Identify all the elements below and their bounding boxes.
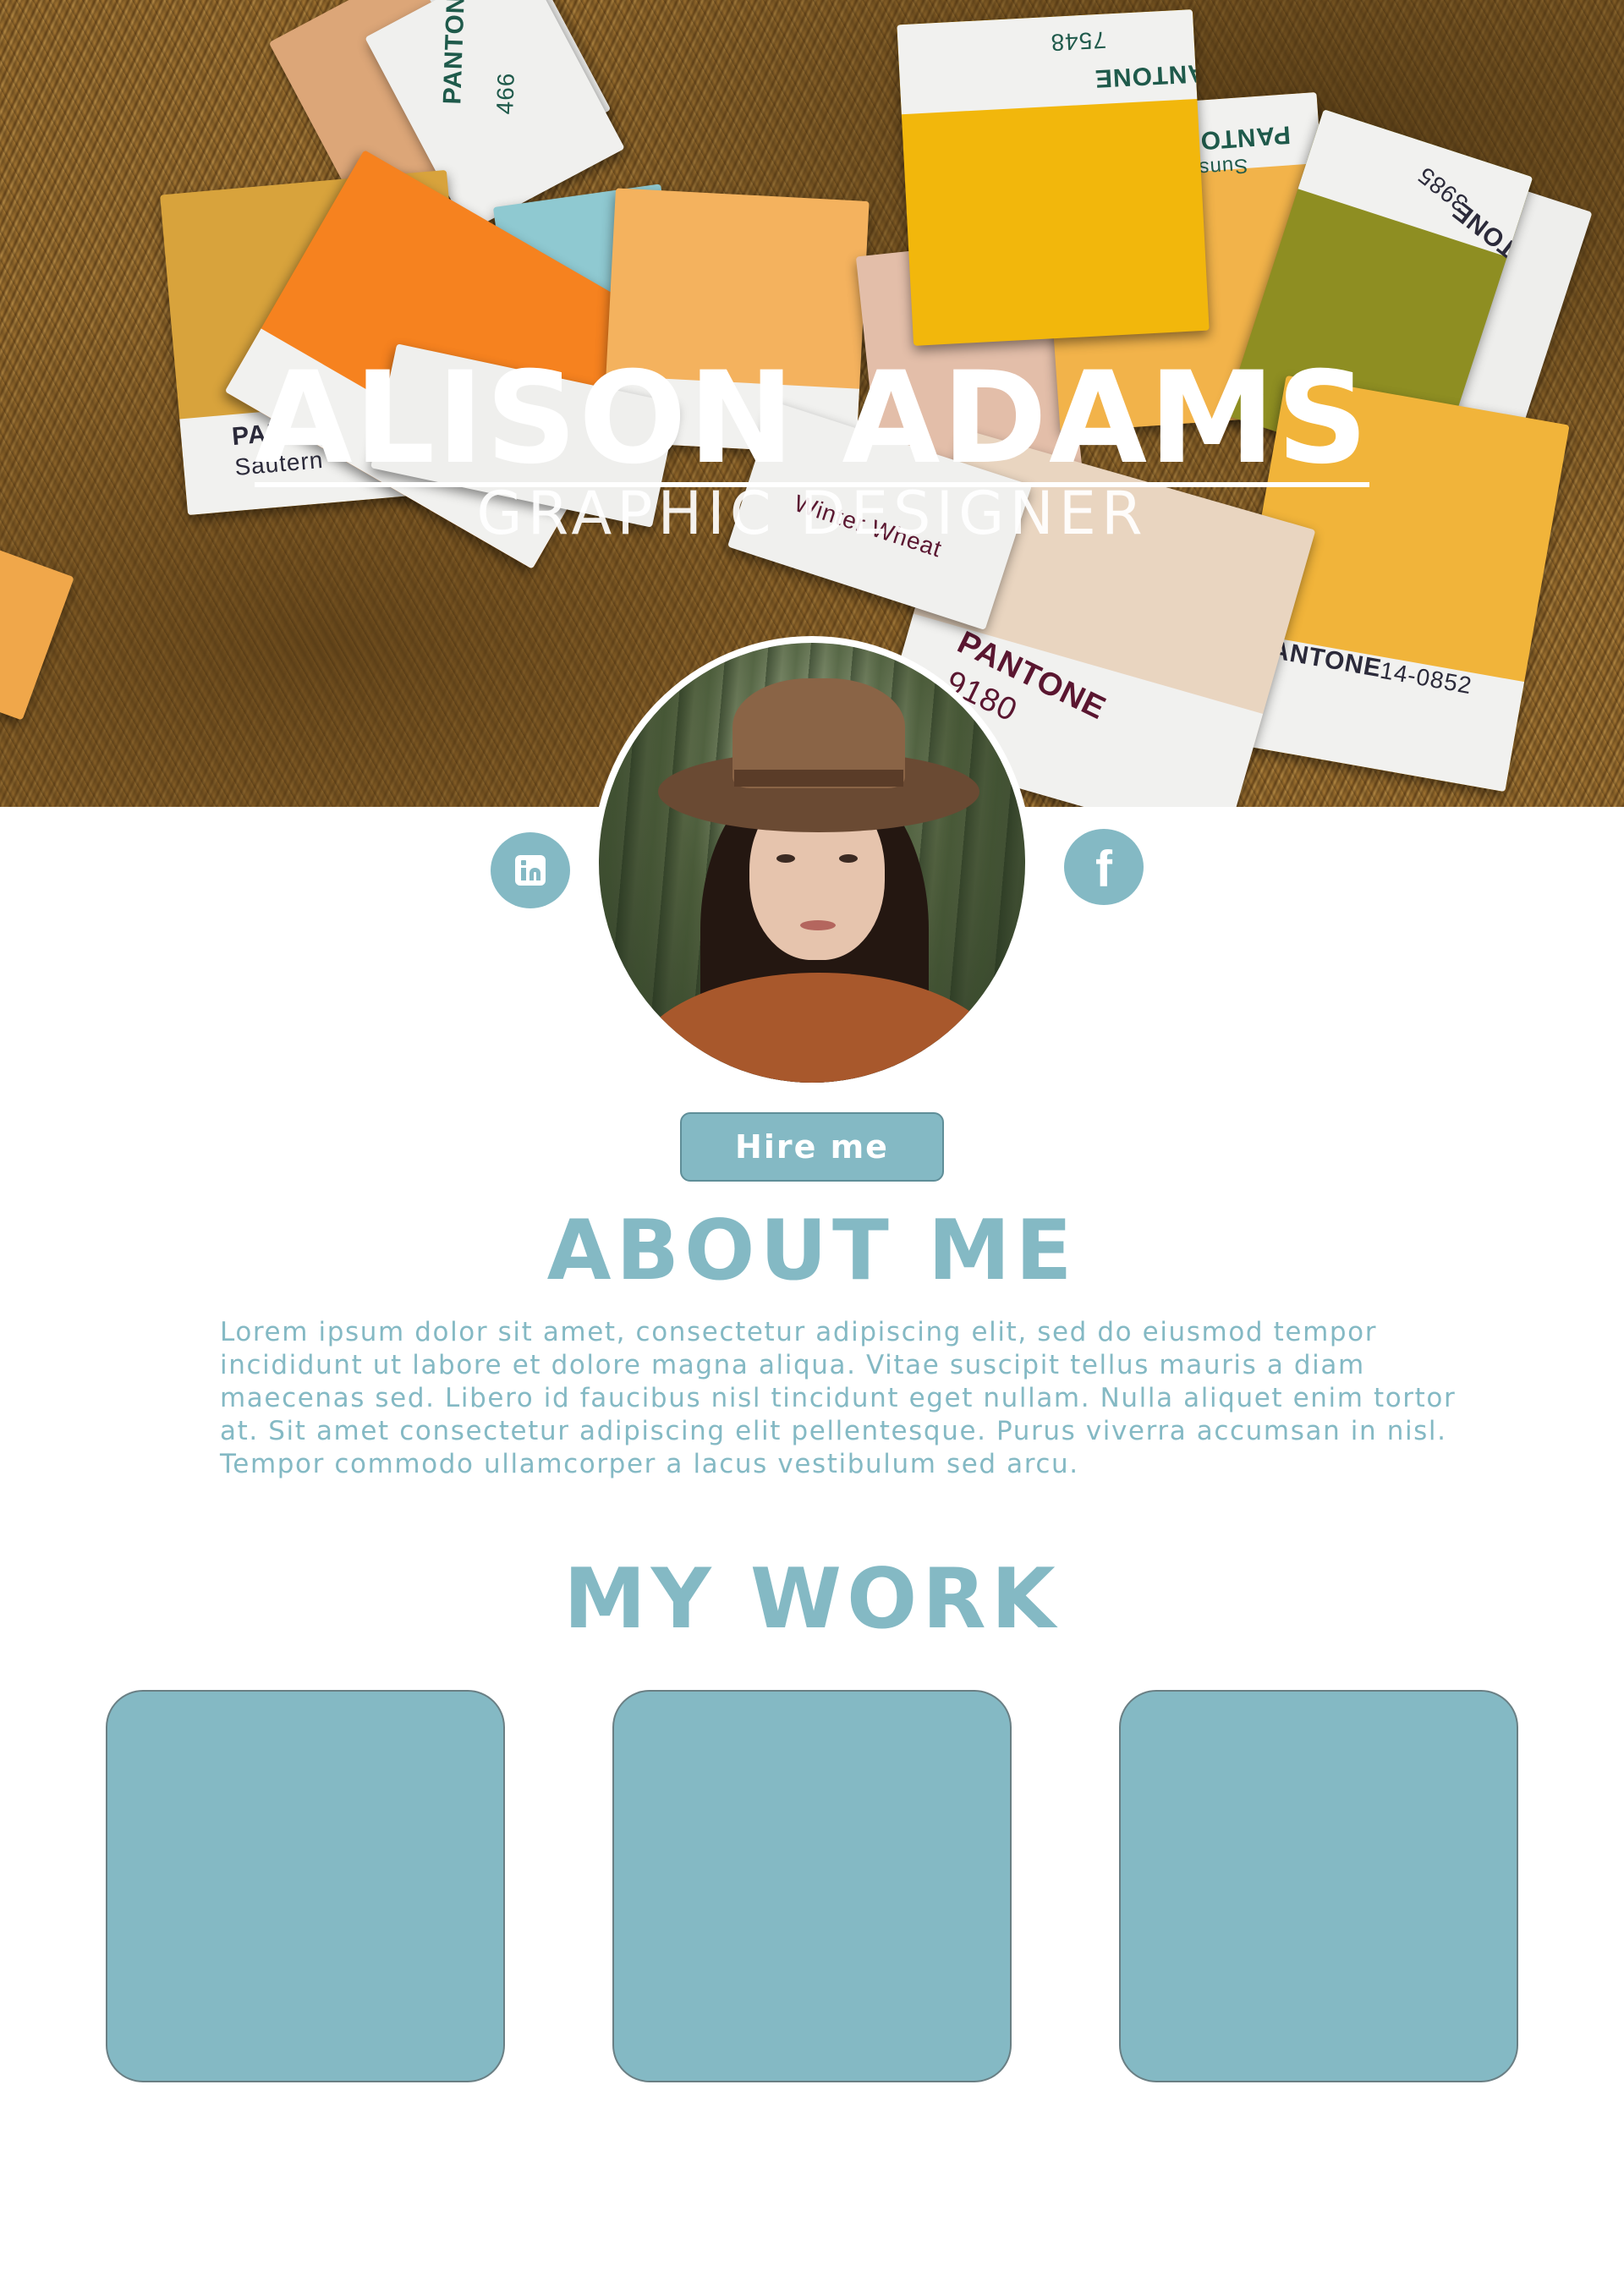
about-body: Lorem ipsum dolor sit amet, consectetur … [220, 1317, 1457, 1479]
hire-me-button[interactable]: Hire me [680, 1112, 944, 1182]
facebook-link[interactable]: f [1064, 829, 1144, 905]
linkedin-link[interactable] [491, 832, 570, 908]
hero-role: GRAPHIC DESIGNER [476, 479, 1148, 548]
work-card[interactable] [612, 1690, 1012, 2082]
work-card[interactable] [1119, 1690, 1518, 2082]
work-card[interactable] [106, 1690, 505, 2082]
linkedin-icon [515, 855, 546, 886]
pantone-swatch: PANTONE 7548 [897, 9, 1210, 346]
avatar-eye [776, 854, 795, 863]
facebook-icon: f [1095, 841, 1112, 897]
avatar-lips [800, 920, 836, 930]
avatar-hat-band [734, 770, 903, 787]
profile-avatar [592, 636, 1032, 1089]
avatar-eye [839, 854, 858, 863]
about-title: ABOUT ME [546, 1203, 1078, 1299]
work-title: MY WORK [563, 1551, 1061, 1648]
hero-name: ALISON ADAMS [254, 345, 1370, 492]
